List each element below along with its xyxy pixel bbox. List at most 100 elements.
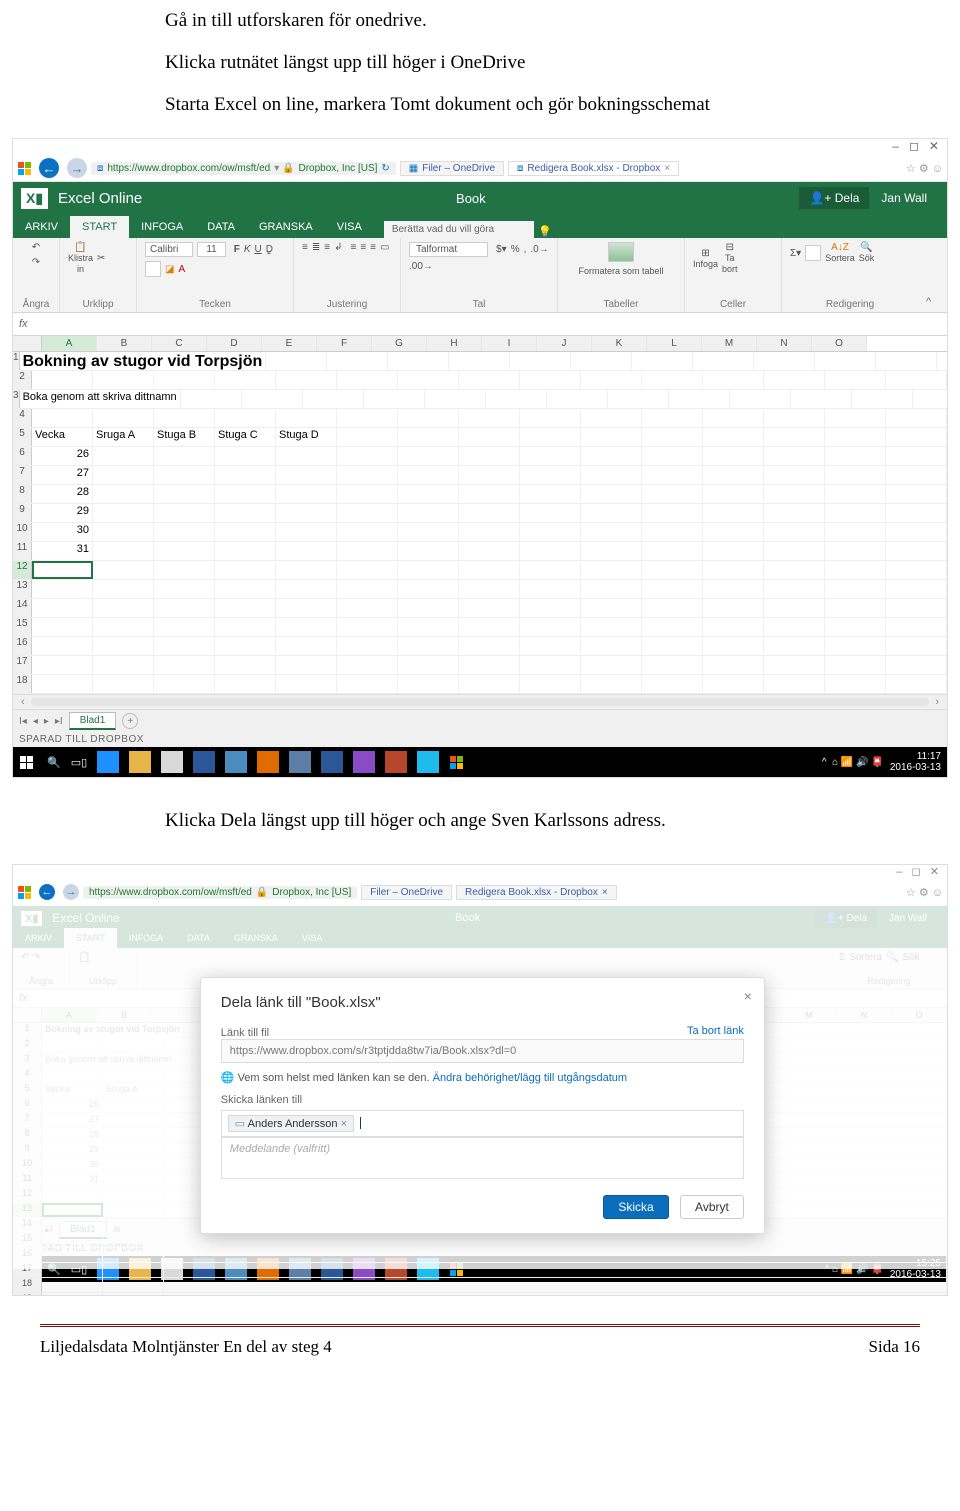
tab-start[interactable]: START <box>70 216 129 238</box>
address-bar[interactable]: ⧈ https://www.dropbox.com/ow/msft/ed ▾ 🔒… <box>91 162 396 175</box>
percent-button[interactable]: % <box>511 244 520 255</box>
font-size-select[interactable]: 11 <box>197 242 225 257</box>
formula-bar[interactable]: fx <box>13 313 947 336</box>
edge-icon[interactable] <box>97 751 119 773</box>
instruction-1: Gå in till utforskaren för onedrive. <box>165 10 900 38</box>
windows-flag-icon-2 <box>17 885 31 899</box>
font-name-select[interactable]: Calibri <box>145 242 193 257</box>
tab-data[interactable]: DATA <box>195 216 247 238</box>
remove-link[interactable]: Ta bort länk <box>687 1025 744 1037</box>
underline-button[interactable]: U <box>255 244 262 255</box>
back-button-2[interactable]: ← <box>39 884 55 900</box>
paste-button[interactable]: 📋Klistra in <box>68 242 93 275</box>
group-number: Tal <box>409 299 549 310</box>
align-bottom[interactable]: ≡ <box>324 242 330 253</box>
dialog-close-button[interactable]: × <box>744 988 752 1004</box>
colhdr-a[interactable]: A <box>42 336 97 351</box>
change-permission-link[interactable]: Ändra behörighet/lägg till utgångsdatum <box>433 1072 627 1084</box>
redo-button[interactable]: ↷ <box>32 257 40 268</box>
link-url-input[interactable]: https://www.dropbox.com/s/r3tptjdda8tw7i… <box>221 1039 744 1063</box>
collapse-ribbon-icon[interactable]: ^ <box>918 292 939 312</box>
media-icon[interactable] <box>257 751 279 773</box>
italic-button[interactable]: K <box>244 244 251 255</box>
sheet-first[interactable]: I◂ <box>19 716 27 727</box>
tray-icons[interactable]: ^ ⌂ 📶 🔊 📮 <box>822 757 884 768</box>
app-icon[interactable] <box>289 751 311 773</box>
explorer-icon[interactable] <box>129 751 151 773</box>
undo-button[interactable]: ↶ <box>32 242 40 253</box>
tab-dropbox-2[interactable]: Redigera Book.xlsx - Dropbox × <box>456 885 617 900</box>
sheet-tab-blad1[interactable]: Blad1 <box>69 712 117 730</box>
excel-logo-icon: X▮ <box>21 188 48 209</box>
align-right[interactable]: ≡ <box>370 242 376 253</box>
url-text: https://www.dropbox.com/ow/msft/ed <box>107 163 270 174</box>
hscrollbar[interactable]: ‹› <box>13 694 947 709</box>
wrap-text[interactable]: ↲ <box>334 242 342 253</box>
user-name[interactable]: Jan Wall <box>869 191 939 205</box>
tab-visa[interactable]: VISA <box>325 216 374 238</box>
browser-chrome-icons: ☆ ⚙ ☺ <box>906 162 943 175</box>
currency-button[interactable]: $▾ <box>496 244 507 255</box>
align-center[interactable]: ≡ <box>360 242 366 253</box>
notes-icon[interactable] <box>353 751 375 773</box>
tab-granska[interactable]: GRANSKA <box>247 216 325 238</box>
mail-icon[interactable] <box>225 751 247 773</box>
tab-arkiv[interactable]: ARKIV <box>13 216 70 238</box>
task-view-icon[interactable]: ▭▯ <box>71 756 87 769</box>
comma-button[interactable]: , <box>524 244 527 255</box>
cancel-button[interactable]: Avbryt <box>680 1195 744 1219</box>
spreadsheet-grid[interactable]: A B C D E F G H I J K L M N O 1Bokning a… <box>13 336 947 709</box>
tellme-input[interactable]: Berätta vad du vill göra <box>384 221 534 238</box>
number-format-select[interactable]: Talformat <box>409 242 488 257</box>
add-sheet-button[interactable]: + <box>122 713 138 729</box>
sheet-prev[interactable]: ◂ <box>33 716 38 727</box>
bold-button[interactable]: F <box>234 244 240 255</box>
ppt-icon[interactable] <box>385 751 407 773</box>
ms-flag-icon <box>449 755 463 769</box>
format-table-icon[interactable] <box>608 242 634 262</box>
font-color-button[interactable]: A <box>178 264 185 275</box>
browser-tab-onedrive[interactable]: ▦Filer – OneDrive <box>400 161 504 176</box>
tab-infoga[interactable]: INFOGA <box>129 216 195 238</box>
group-editing: Redigering <box>790 299 910 310</box>
ie-icon[interactable] <box>417 751 439 773</box>
autosum-button[interactable]: Σ▾ <box>790 248 801 259</box>
find-button[interactable]: 🔍Sök <box>859 242 875 264</box>
tab-onedrive-2[interactable]: Filer – OneDrive <box>361 885 452 900</box>
sheet-next[interactable]: ▸ <box>44 716 49 727</box>
delete-cells-button[interactable]: ⊟Ta bort <box>722 242 738 275</box>
align-mid[interactable]: ≣ <box>312 242 320 253</box>
align-left[interactable]: ≡ <box>350 242 356 253</box>
inc-dec-button[interactable]: .0→ <box>530 244 548 255</box>
double-underline-button[interactable]: D̳ <box>266 244 273 255</box>
address-bar-2[interactable]: https://www.dropbox.com/ow/msft/ed 🔒 Dro… <box>83 886 357 899</box>
dialog-title: Dela länk till "Book.xlsx" <box>221 994 744 1011</box>
excel-brand: Excel Online <box>58 190 142 207</box>
word2-icon[interactable] <box>321 751 343 773</box>
fill-color-button[interactable]: ◪ <box>165 264 174 275</box>
dec-dec-button[interactable]: .00→ <box>409 261 433 272</box>
search-icon[interactable]: 🔍 <box>47 756 61 769</box>
browser-tab-dropbox[interactable]: ⧈Redigera Book.xlsx - Dropbox× <box>508 161 679 176</box>
cut-icon[interactable]: ✂ <box>97 253 105 264</box>
sort-button[interactable]: A↓ZSortera <box>825 242 855 264</box>
group-tables: Tabeller <box>566 299 676 310</box>
back-button[interactable]: ← <box>39 158 59 178</box>
forward-button[interactable]: → <box>67 158 87 178</box>
share-button[interactable]: 👤+ Dela <box>799 187 869 209</box>
clear-button[interactable] <box>805 245 821 261</box>
send-button[interactable]: Skicka <box>603 1195 668 1219</box>
recipient-input[interactable]: ▭ Anders Andersson × <box>221 1110 744 1137</box>
document-title[interactable]: Book <box>142 191 799 206</box>
start-button[interactable] <box>19 755 33 769</box>
sheet-last[interactable]: ▸I <box>55 716 63 727</box>
align-top[interactable]: ≡ <box>302 242 308 253</box>
border-button[interactable] <box>145 261 161 277</box>
store-icon[interactable] <box>161 751 183 773</box>
merge-button[interactable]: ▭ <box>380 242 389 253</box>
permission-hint: 🌐 Vem som helst med länken kan se den. Ä… <box>221 1071 744 1084</box>
forward-button-2[interactable]: → <box>63 884 79 900</box>
message-textarea[interactable]: Meddelande (valfritt) <box>221 1137 744 1179</box>
insert-cells-button[interactable]: ⊞Infoga <box>693 248 718 270</box>
word-icon[interactable] <box>193 751 215 773</box>
